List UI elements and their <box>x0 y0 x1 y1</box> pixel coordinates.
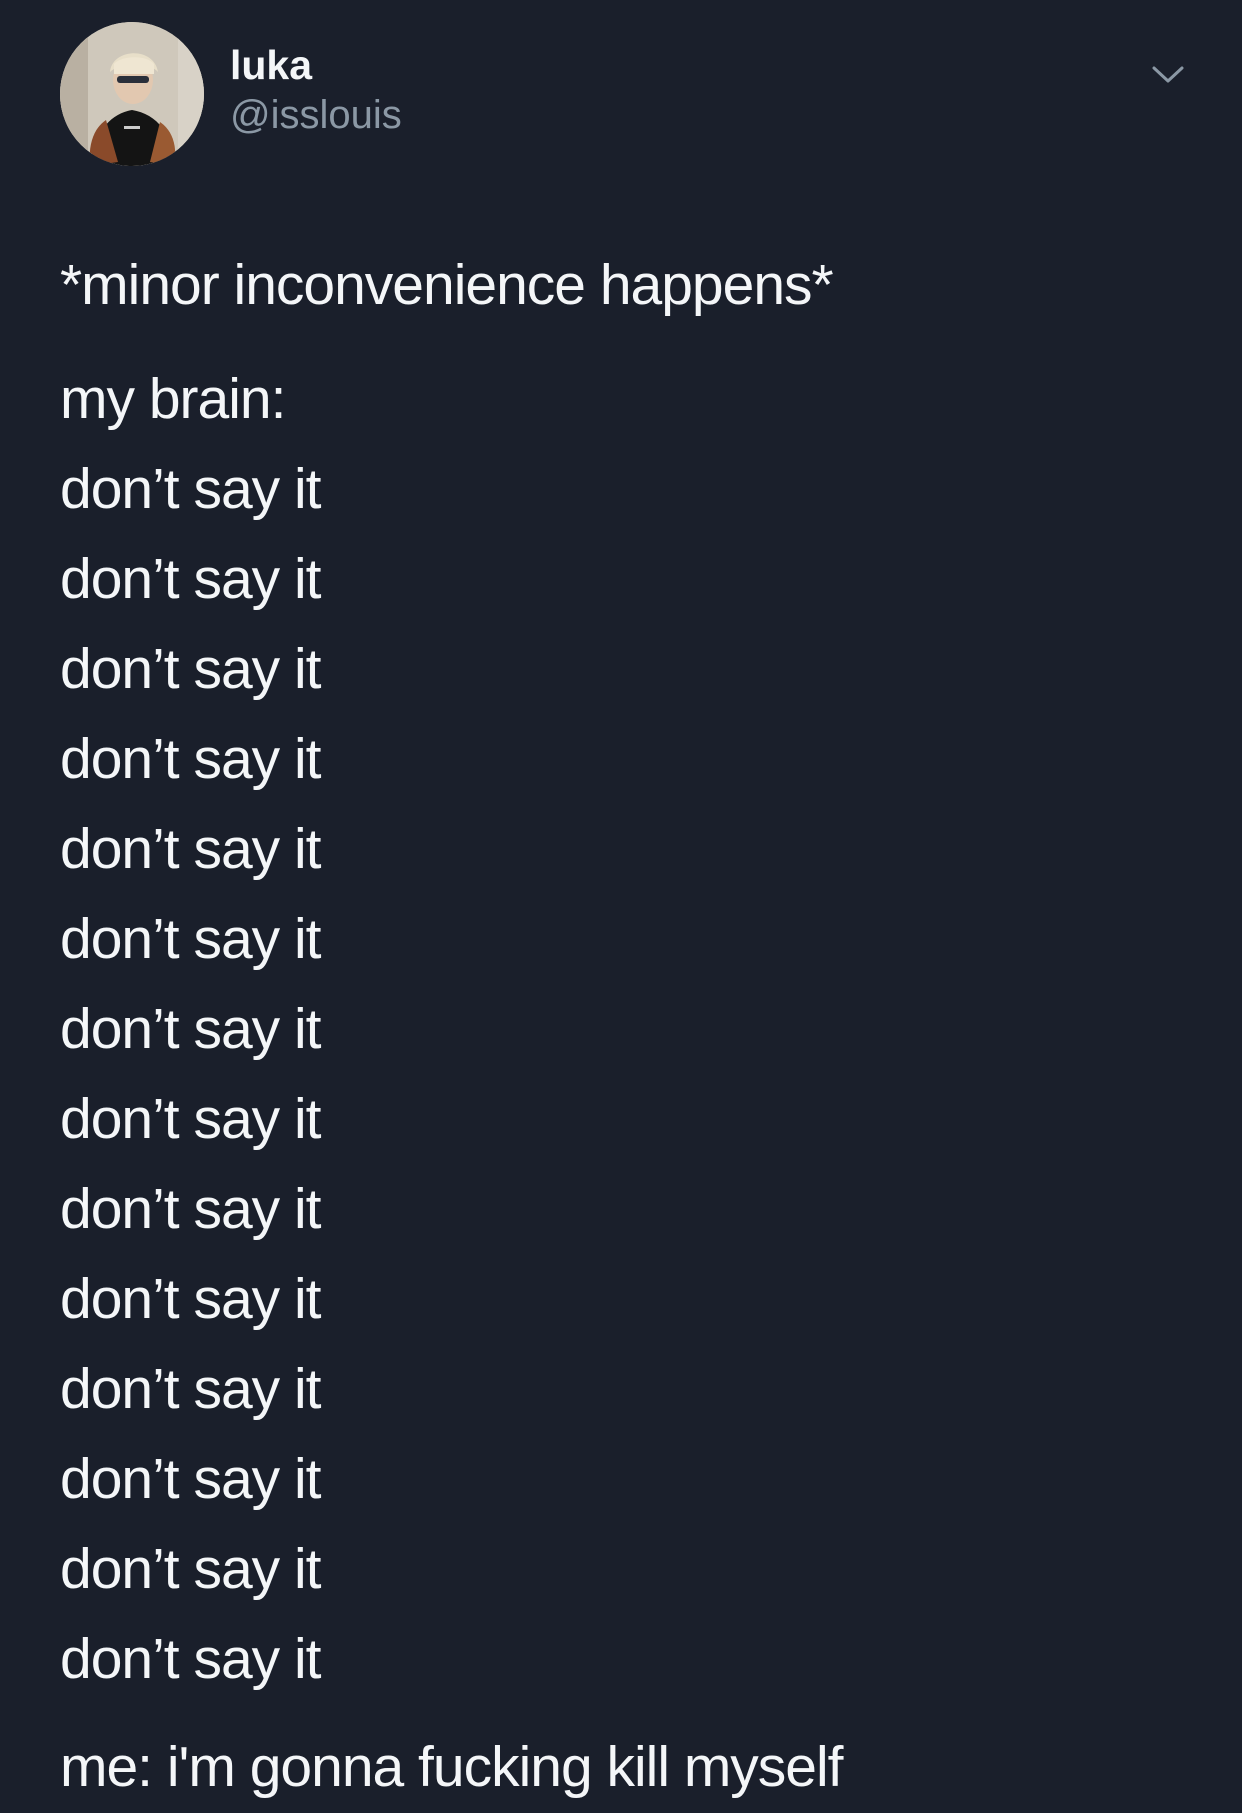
user-handle[interactable]: @isslouis <box>230 90 402 140</box>
author-names: luka @isslouis <box>230 40 402 140</box>
repeated-line: don’t say it <box>60 1267 321 1331</box>
repeated-line: don’t say it <box>60 1537 321 1601</box>
avatar[interactable] <box>60 22 204 166</box>
tweet-text: *minor inconvenience happens* my brain: … <box>60 240 1180 1704</box>
chevron-down-icon <box>1152 66 1184 83</box>
repeated-line: don’t say it <box>60 457 321 521</box>
display-name[interactable]: luka <box>230 40 402 90</box>
repeated-line: don’t say it <box>60 547 321 611</box>
profile-photo-icon <box>60 22 204 166</box>
repeated-line: don’t say it <box>60 1627 321 1691</box>
repeated-line: don’t say it <box>60 817 321 881</box>
repeated-line: don’t say it <box>60 1087 321 1151</box>
repeated-line: don’t say it <box>60 907 321 971</box>
tweet-menu-button[interactable] <box>1146 52 1190 96</box>
repeated-line: don’t say it <box>60 1177 321 1241</box>
tweet-card: luka @isslouis *minor inconvenience happ… <box>0 0 1242 1813</box>
opening-line: *minor inconvenience happens* <box>60 253 834 317</box>
repeated-line: don’t say it <box>60 1447 321 1511</box>
tweet-header: luka @isslouis <box>60 22 1190 167</box>
repeated-line: don’t say it <box>60 1357 321 1421</box>
closing-line: me: i'm gonna fucking kill myself <box>60 1735 844 1799</box>
repeated-line: don’t say it <box>60 637 321 701</box>
repeated-line: don’t say it <box>60 727 321 791</box>
repeated-line: don’t say it <box>60 997 321 1061</box>
brain-label: my brain: <box>60 367 286 431</box>
